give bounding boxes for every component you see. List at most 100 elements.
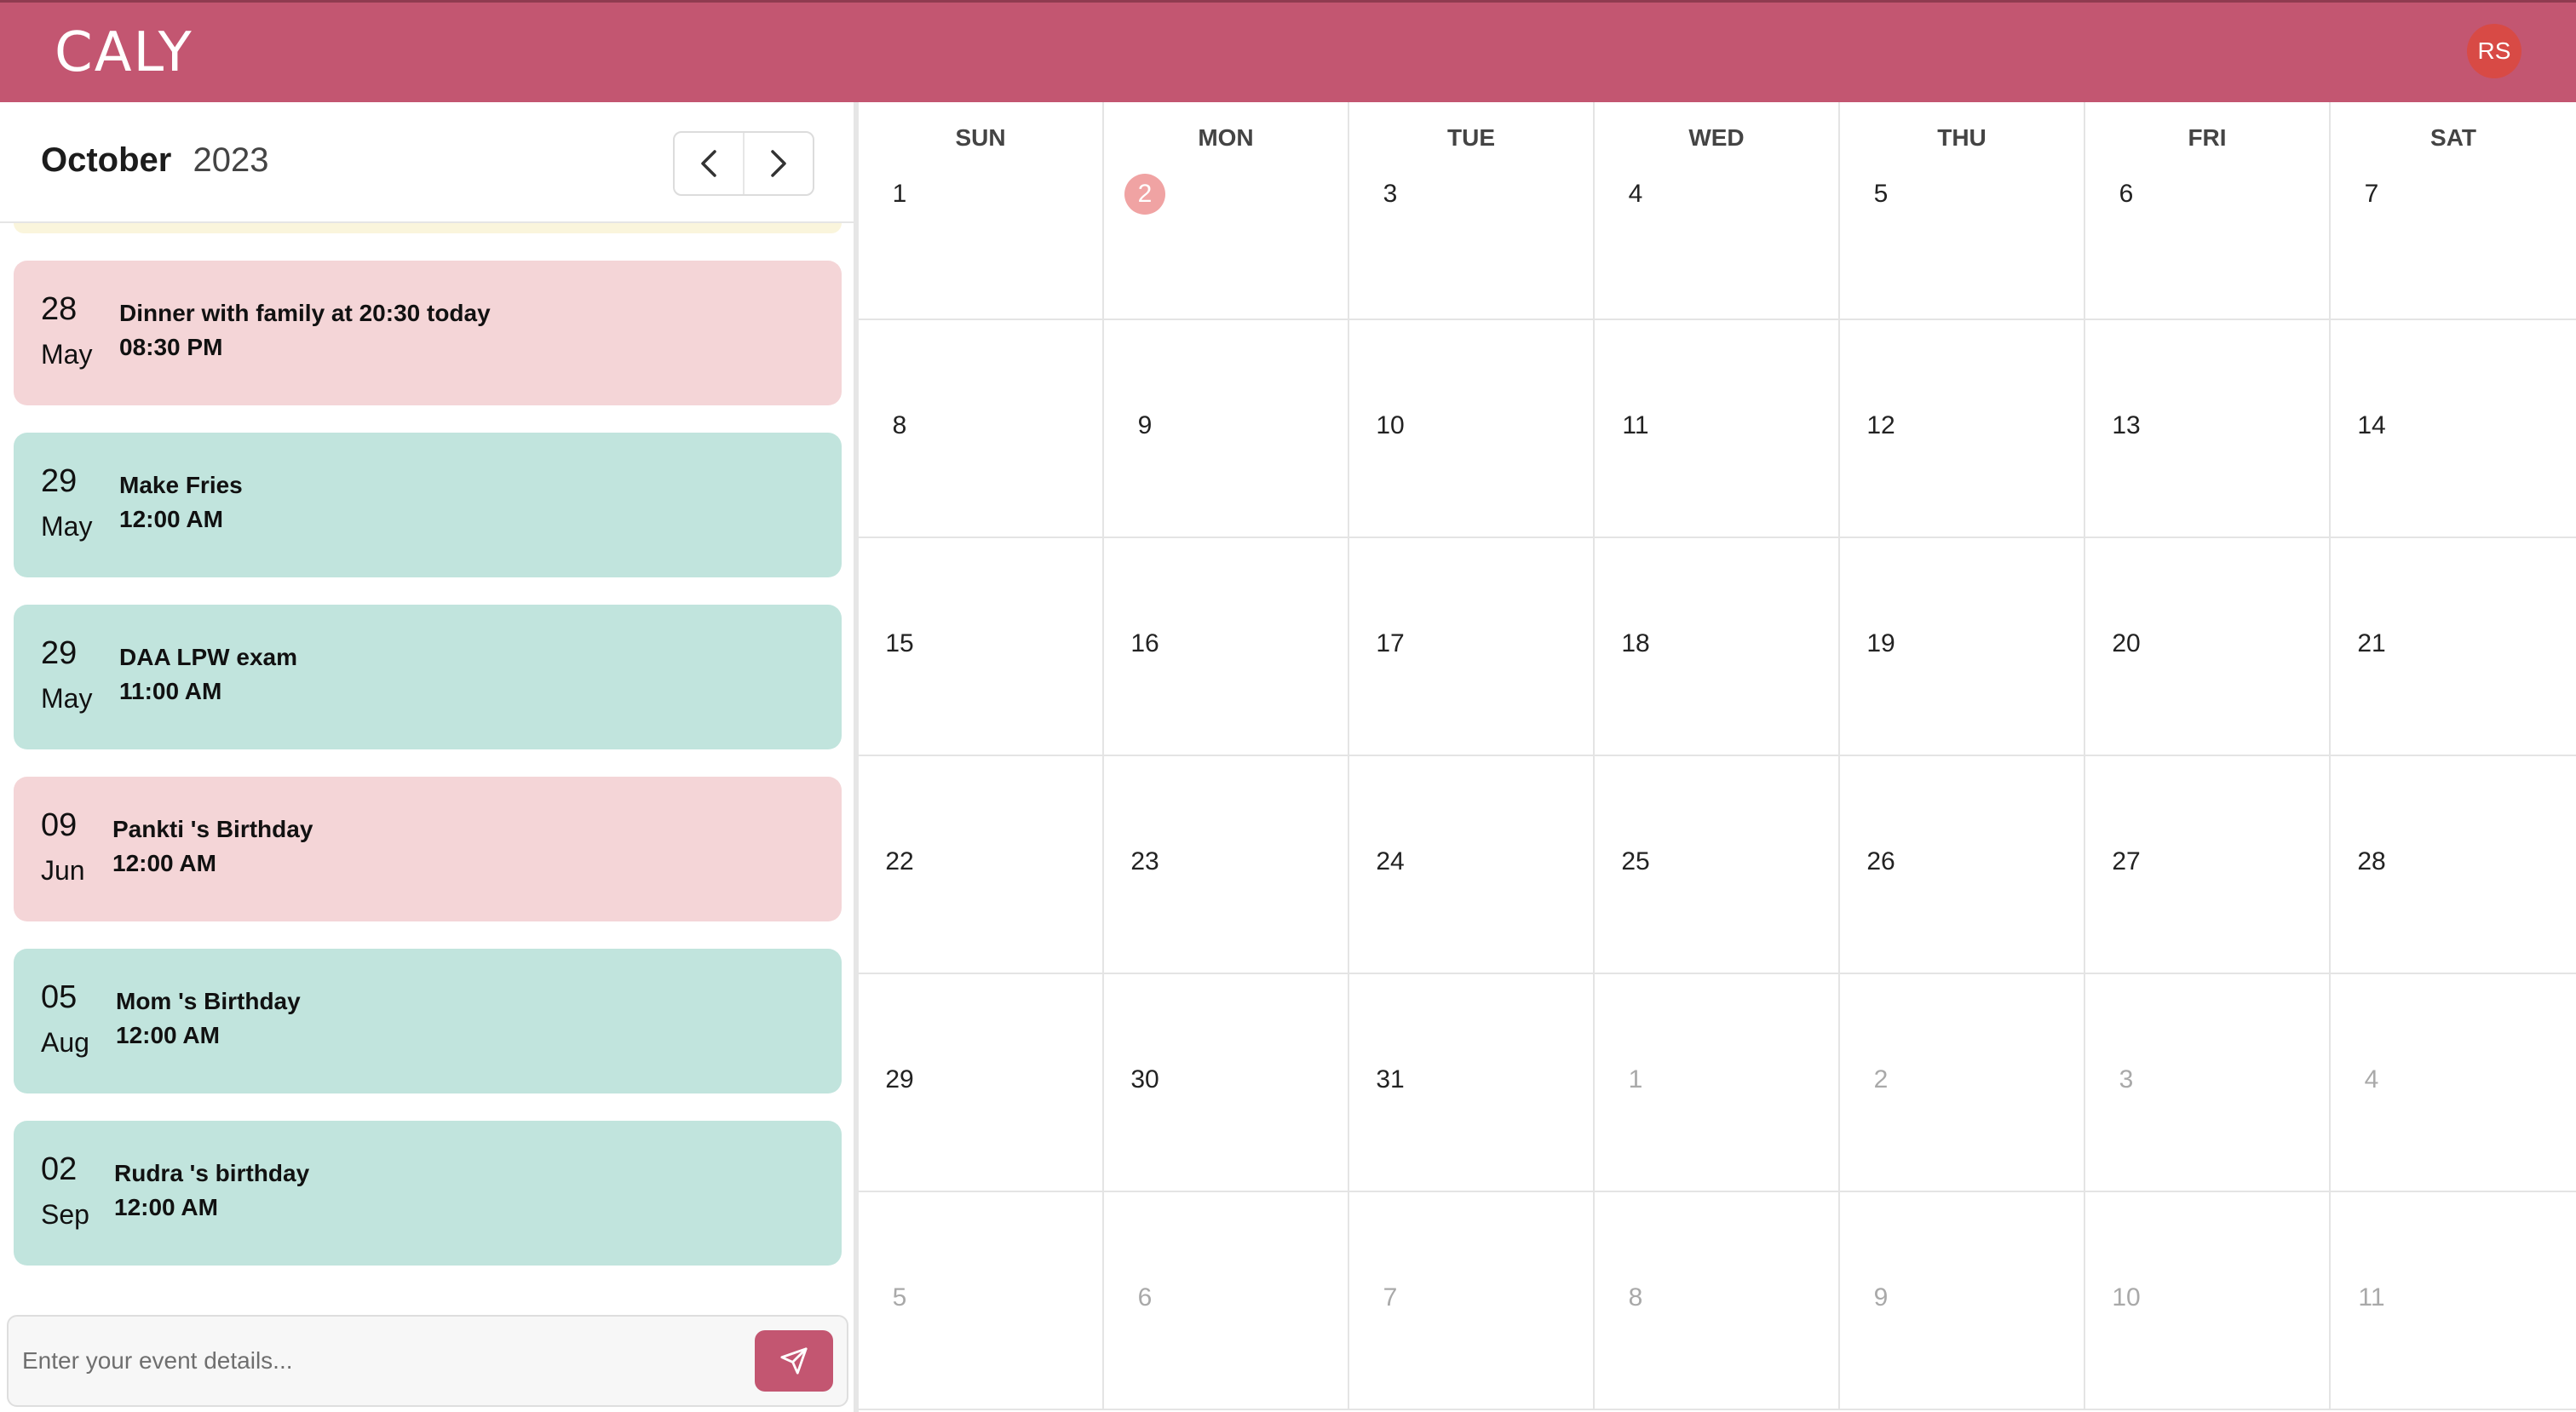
event-time: 08:30 PM [119,334,223,360]
weekday-label: SUN [955,124,1006,151]
day-cell-next-month[interactable]: 10 [2085,1192,2331,1410]
day-cell-next-month[interactable]: 6 [1104,1192,1349,1410]
day-cell[interactable]: 25 [1595,756,1840,974]
weekday-label: SAT [2430,124,2476,151]
date-number: 19 [1866,629,1895,657]
weekday-label: THU [1937,124,1987,151]
day-cell[interactable]: 24 [1349,756,1595,974]
date-number: 24 [1376,847,1405,875]
event-card[interactable]: 02 Sep Rudra 's birthday 12:00 AM [14,1121,842,1266]
date-number: 5 [892,1283,907,1312]
prev-month-button[interactable] [675,133,743,194]
day-cell[interactable]: 16 [1104,538,1349,756]
day-cell[interactable]: 23 [1104,756,1349,974]
day-cell[interactable]: 26 [1840,756,2085,974]
event-card-partial [14,223,842,233]
day-cell[interactable]: 17 [1349,538,1595,756]
day-cell[interactable]: 29 [859,974,1104,1192]
event-card[interactable]: 29 May DAA LPW exam 11:00 AM [14,605,842,749]
event-card[interactable]: 05 Aug Mom 's Birthday 12:00 AM [14,949,842,1093]
month-title: October 2023 [41,141,268,180]
date-number: 16 [1130,629,1159,657]
date-number: 31 [1376,1065,1405,1093]
date-number: 20 [2112,629,2141,657]
day-cell[interactable]: 30 [1104,974,1349,1192]
day-cell[interactable]: 13 [2085,320,2331,538]
day-cell[interactable]: 31 [1349,974,1595,1192]
day-cell[interactable]: 14 [2331,320,2576,538]
day-cell[interactable]: TUE 3 [1349,102,1595,320]
day-cell[interactable]: 19 [1840,538,2085,756]
day-cell-next-month[interactable]: 5 [859,1192,1104,1410]
date-number: 7 [1383,1283,1398,1312]
events-panel: October 2023 28 May Dinner with family a… [0,102,859,1412]
event-month: Aug [41,1027,89,1058]
send-button[interactable] [755,1330,833,1392]
day-cell[interactable]: 20 [2085,538,2331,756]
day-cell-next-month[interactable]: 3 [2085,974,2331,1192]
day-cell[interactable]: 9 [1104,320,1349,538]
event-day: 28 [41,291,78,327]
date-number: 11 [2358,1283,2385,1312]
event-card[interactable]: 09 Jun Pankti 's Birthday 12:00 AM [14,777,842,921]
day-cell[interactable]: 27 [2085,756,2331,974]
day-cell[interactable]: WED 4 [1595,102,1840,320]
event-title: DAA LPW exam [119,644,298,670]
day-cell[interactable]: 22 [859,756,1104,974]
day-cell[interactable]: MON 2 [1104,102,1349,320]
date-number: 5 [1873,180,1889,208]
day-cell[interactable]: THU 5 [1840,102,2085,320]
today-date-number: 2 [1124,174,1165,215]
day-cell-next-month[interactable]: 2 [1840,974,2085,1192]
month-header: October 2023 [0,102,854,223]
event-day: 09 [41,807,78,843]
event-time: 12:00 AM [119,506,223,532]
event-title: Dinner with family at 20:30 today [119,300,491,326]
day-cell-next-month[interactable]: 1 [1595,974,1840,1192]
day-cell-next-month[interactable]: 8 [1595,1192,1840,1410]
month-calendar: SUN 1 MON 2 TUE 3 WED 4 THU 5 FRI 6 SAT … [859,102,2576,1412]
date-number: 8 [1628,1283,1643,1312]
day-cell[interactable]: 8 [859,320,1104,538]
weekday-label: FRI [2188,124,2227,151]
day-cell-next-month[interactable]: 9 [1840,1192,2085,1410]
event-title: Mom 's Birthday [116,988,301,1014]
top-bar: CALY RS [0,0,2576,102]
event-day: 02 [41,1151,78,1187]
day-cell[interactable]: 18 [1595,538,1840,756]
date-number: 21 [2357,629,2386,657]
app-logo[interactable]: CALY [55,21,193,84]
date-number: 13 [2112,411,2141,439]
user-avatar[interactable]: RS [2467,24,2521,78]
date-number: 28 [2357,847,2386,875]
day-cell[interactable]: 12 [1840,320,2085,538]
day-cell[interactable]: 28 [2331,756,2576,974]
date-number: 2 [1873,1065,1889,1093]
date-number: 3 [1383,180,1398,208]
date-number: 30 [1130,1065,1159,1093]
event-card[interactable]: 28 May Dinner with family at 20:30 today… [14,261,842,405]
event-month: Jun [41,855,85,886]
date-number: 3 [2119,1065,2134,1093]
send-icon [780,1347,808,1375]
date-number: 1 [1628,1065,1643,1093]
next-month-button[interactable] [743,133,813,194]
date-number: 27 [2112,847,2141,875]
event-details-input[interactable] [22,1327,738,1395]
day-cell-next-month[interactable]: 7 [1349,1192,1595,1410]
day-cell[interactable]: 10 [1349,320,1595,538]
event-time: 12:00 AM [112,850,216,876]
day-cell[interactable]: 21 [2331,538,2576,756]
day-cell[interactable]: 15 [859,538,1104,756]
day-cell[interactable]: SUN 1 [859,102,1104,320]
day-cell[interactable]: 11 [1595,320,1840,538]
day-cell[interactable]: SAT 7 [2331,102,2576,320]
day-cell-next-month[interactable]: 11 [2331,1192,2576,1410]
event-card[interactable]: 29 May Make Fries 12:00 AM [14,433,842,577]
weekday-label: MON [1198,124,1254,151]
day-cell[interactable]: FRI 6 [2085,102,2331,320]
day-cell-next-month[interactable]: 4 [2331,974,2576,1192]
date-number: 18 [1621,629,1650,657]
year: 2023 [193,141,269,179]
event-title: Rudra 's birthday [114,1160,310,1186]
